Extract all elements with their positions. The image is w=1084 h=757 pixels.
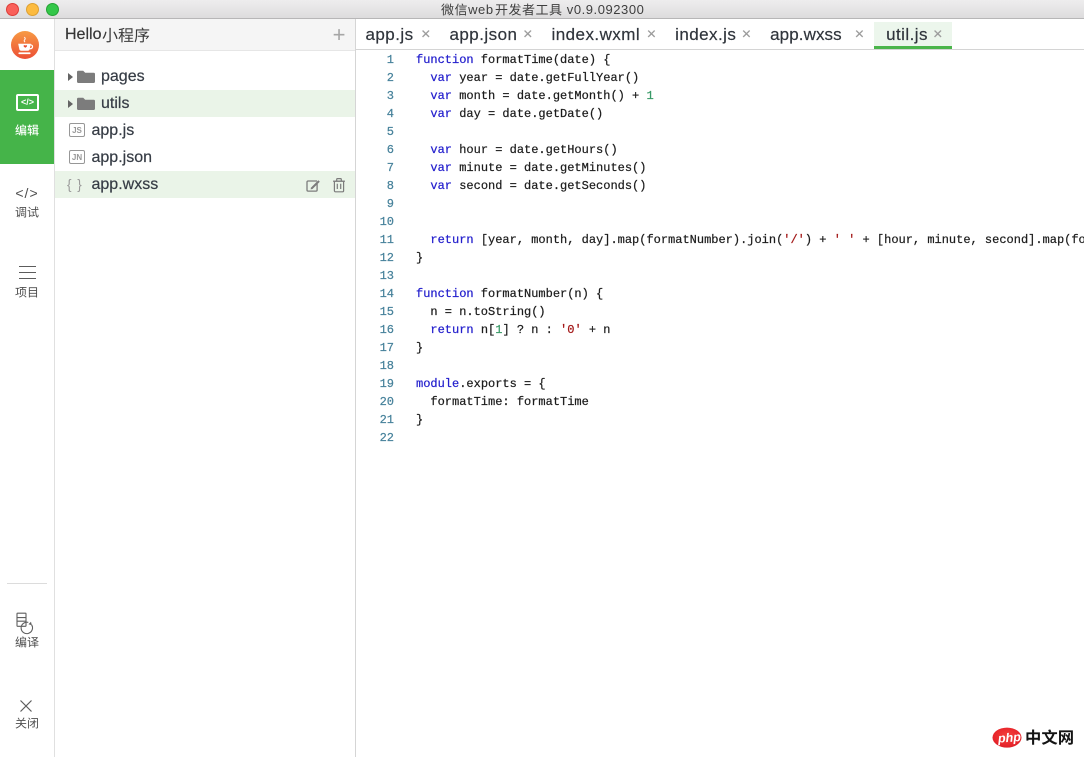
svg-text:php: php [997, 730, 1022, 746]
